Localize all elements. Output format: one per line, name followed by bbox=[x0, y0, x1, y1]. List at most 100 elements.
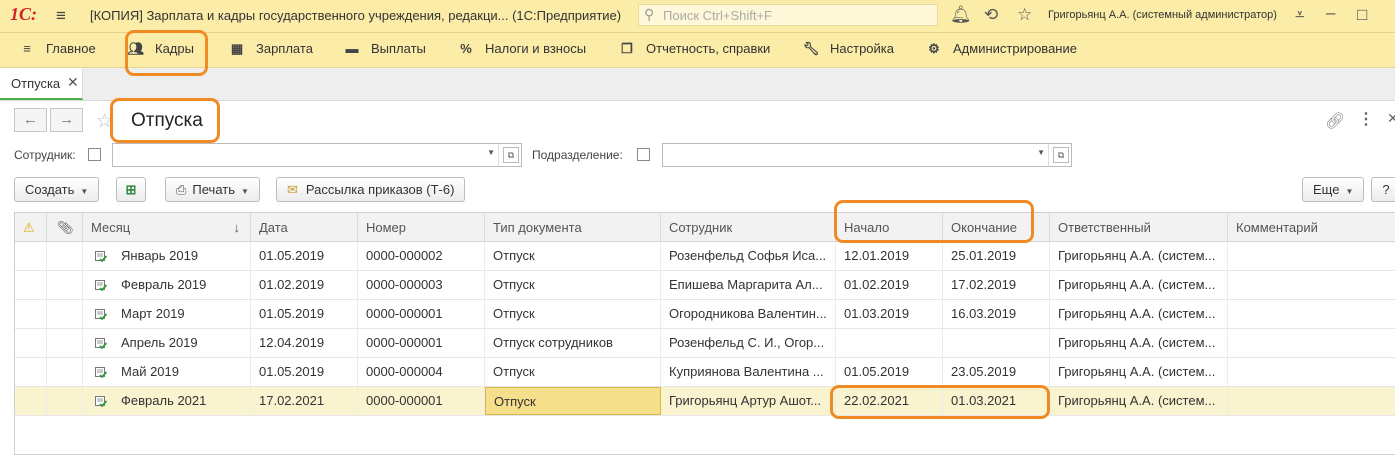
cell-type[interactable]: Отпуск bbox=[485, 242, 661, 270]
create-button[interactable]: Создать ▼ bbox=[14, 177, 100, 202]
cell-employee[interactable]: Епишева Маргарита Ал... bbox=[661, 271, 836, 299]
employee-filter-field[interactable]: ▼ ⧉ bbox=[112, 143, 522, 167]
cell-number[interactable]: 0000-000004 bbox=[358, 358, 485, 386]
cell-responsible[interactable]: Григорьянц А.А. (систем... bbox=[1050, 271, 1228, 299]
more-vertical-icon[interactable]: ⋮ bbox=[1358, 109, 1374, 129]
cell-responsible[interactable]: Григорьянц А.А. (систем... bbox=[1050, 300, 1228, 328]
tab-vacations[interactable]: Отпуска ✕ bbox=[0, 68, 83, 100]
cell-date[interactable]: 17.02.2021 bbox=[251, 387, 358, 415]
cell-number[interactable]: 0000-000001 bbox=[358, 329, 485, 357]
history-icon[interactable]: ⟲ bbox=[984, 5, 998, 25]
col-comment-header[interactable]: Комментарий bbox=[1228, 213, 1395, 242]
mailing-orders-button[interactable]: ✉ Рассылка приказов (Т-6) bbox=[276, 177, 466, 202]
col-responsible-header[interactable]: Ответственный bbox=[1050, 213, 1228, 242]
col-doctype-header[interactable]: Тип документа bbox=[485, 213, 661, 242]
table-row[interactable]: Март 2019 01.05.2019 0000-000001 Отпуск Огор… bbox=[15, 300, 1395, 329]
dropdown-arrow-icon[interactable]: ▼ bbox=[1037, 148, 1045, 157]
cell-type[interactable]: Отпуск bbox=[485, 300, 661, 328]
copy-document-button[interactable]: ⊞ bbox=[116, 177, 146, 202]
bell-icon[interactable]: 🔔︎ bbox=[950, 5, 972, 25]
cell-end[interactable]: 25.01.2019 bbox=[943, 242, 1050, 270]
main-menu-icon[interactable]: ≡ bbox=[56, 6, 66, 26]
cell-number[interactable]: 0000-000001 bbox=[358, 300, 485, 328]
maximize-icon[interactable]: □ bbox=[1357, 5, 1367, 25]
current-user[interactable]: Григорьянц А.А. (системный администратор… bbox=[1048, 9, 1277, 21]
favorites-star-icon[interactable]: ☆ bbox=[1017, 5, 1032, 25]
cell-comment[interactable] bbox=[1228, 242, 1395, 270]
col-number-header[interactable]: Номер bbox=[358, 213, 485, 242]
cell-employee[interactable]: Куприянова Валентина ... bbox=[661, 358, 836, 386]
table-row[interactable]: Май 2019 01.05.2019 0000-000004 Отпуск Купри… bbox=[15, 358, 1395, 387]
cell-number[interactable]: 0000-000003 bbox=[358, 271, 485, 299]
cell-date[interactable]: 01.05.2019 bbox=[251, 242, 358, 270]
minimize-icon[interactable]: – bbox=[1326, 3, 1335, 23]
cell-end[interactable]: 23.05.2019 bbox=[943, 358, 1050, 386]
cell-employee[interactable]: Розенфельд С. И., Огор... bbox=[661, 329, 836, 357]
cell-end[interactable]: 17.02.2019 bbox=[943, 271, 1050, 299]
cell-month[interactable]: Январь 2019 bbox=[83, 242, 251, 270]
cell-date[interactable]: 01.05.2019 bbox=[251, 358, 358, 386]
cell-responsible[interactable]: Григорьянц А.А. (систем... bbox=[1050, 329, 1228, 357]
cell-month[interactable]: Март 2019 bbox=[83, 300, 251, 328]
cell-comment[interactable] bbox=[1228, 271, 1395, 299]
more-button[interactable]: Еще ▼ bbox=[1302, 177, 1365, 202]
cell-date[interactable]: 01.02.2019 bbox=[251, 271, 358, 299]
section-admin[interactable]: ⚙ Администрирование bbox=[925, 41, 1077, 57]
forward-button[interactable]: → bbox=[50, 108, 83, 132]
cell-employee[interactable]: Розенфельд Софья Иса... bbox=[661, 242, 836, 270]
table-row[interactable]: Февраль 2019 01.02.2019 0000-000003 Отпуск Е… bbox=[15, 271, 1395, 300]
table-row[interactable]: Апрель 2019 12.04.2019 0000-000001 Отпуск с… bbox=[15, 329, 1395, 358]
cell-responsible[interactable]: Григорьянц А.А. (систем... bbox=[1050, 242, 1228, 270]
cell-month[interactable]: Февраль 2019 bbox=[83, 271, 251, 299]
cell-type[interactable]: Отпуск bbox=[485, 387, 661, 415]
open-icon[interactable]: ⧉ bbox=[503, 147, 519, 163]
cell-comment[interactable] bbox=[1228, 358, 1395, 386]
col-employee-header[interactable]: Сотрудник bbox=[661, 213, 836, 242]
cell-employee[interactable]: Огородникова Валентин... bbox=[661, 300, 836, 328]
cell-number[interactable]: 0000-000002 bbox=[358, 242, 485, 270]
cell-start[interactable]: 12.01.2019 bbox=[836, 242, 943, 270]
col-warning-header[interactable]: ⚠ bbox=[15, 213, 47, 242]
table-row[interactable]: Февраль 2021 17.02.2021 0000-000001 Отпуск Г… bbox=[15, 387, 1395, 416]
cell-type[interactable]: Отпуск bbox=[485, 271, 661, 299]
cell-responsible[interactable]: Григорьянц А.А. (систем... bbox=[1050, 358, 1228, 386]
open-icon[interactable]: ⧉ bbox=[1053, 147, 1069, 163]
cell-month[interactable]: Май 2019 bbox=[83, 358, 251, 386]
cell-start[interactable] bbox=[836, 329, 943, 357]
cell-responsible[interactable]: Григорьянц А.А. (систем... bbox=[1050, 387, 1228, 415]
dropdown-arrow-icon[interactable]: ▼ bbox=[487, 148, 495, 157]
section-reports[interactable]: ❐ Отчетность, справки bbox=[618, 41, 770, 57]
cell-date[interactable]: 01.05.2019 bbox=[251, 300, 358, 328]
close-icon[interactable]: ✕ bbox=[67, 74, 79, 91]
cell-start[interactable]: 01.02.2019 bbox=[836, 271, 943, 299]
section-salary[interactable]: ▦ Зарплата bbox=[228, 41, 313, 57]
col-date-header[interactable]: Дата bbox=[251, 213, 358, 242]
employee-filter-checkbox[interactable] bbox=[88, 148, 101, 161]
cell-type[interactable]: Отпуск bbox=[485, 358, 661, 386]
section-taxes[interactable]: % Налоги и взносы bbox=[457, 41, 586, 56]
cell-end[interactable] bbox=[943, 329, 1050, 357]
cell-type[interactable]: Отпуск сотрудников bbox=[485, 329, 661, 357]
cell-end[interactable]: 16.03.2019 bbox=[943, 300, 1050, 328]
department-filter-checkbox[interactable] bbox=[637, 148, 650, 161]
cell-start[interactable]: 01.05.2019 bbox=[836, 358, 943, 386]
section-payments[interactable]: ▬ Выплаты bbox=[343, 41, 426, 56]
cell-employee[interactable]: Григорьянц Артур Ашот... bbox=[661, 387, 836, 415]
link-icon[interactable]: 🔗︎ bbox=[1325, 111, 1345, 131]
documents-table[interactable]: ⚠ 📎︎ Месяц ↓ Дата Номер Тип документа Сот… bbox=[14, 212, 1395, 455]
cell-comment[interactable] bbox=[1228, 300, 1395, 328]
cell-number[interactable]: 0000-000001 bbox=[358, 387, 485, 415]
cell-comment[interactable] bbox=[1228, 387, 1395, 415]
col-attachment-header[interactable]: 📎︎ bbox=[47, 213, 83, 242]
section-main[interactable]: ≡ Главное bbox=[18, 41, 95, 56]
cell-comment[interactable] bbox=[1228, 329, 1395, 357]
close-form-icon[interactable]: ✕ bbox=[1387, 110, 1395, 127]
settings-menu-icon[interactable]: ⩡ bbox=[1295, 5, 1305, 25]
cell-month[interactable]: Февраль 2021 bbox=[83, 387, 251, 415]
col-month-header[interactable]: Месяц ↓ bbox=[83, 213, 251, 242]
department-filter-field[interactable]: ▼ ⧉ bbox=[662, 143, 1072, 167]
back-button[interactable]: ← bbox=[14, 108, 47, 132]
cell-date[interactable]: 12.04.2019 bbox=[251, 329, 358, 357]
help-button[interactable]: ? bbox=[1371, 177, 1395, 202]
search-input[interactable]: ⚲ Поиск Ctrl+Shift+F bbox=[638, 4, 938, 26]
